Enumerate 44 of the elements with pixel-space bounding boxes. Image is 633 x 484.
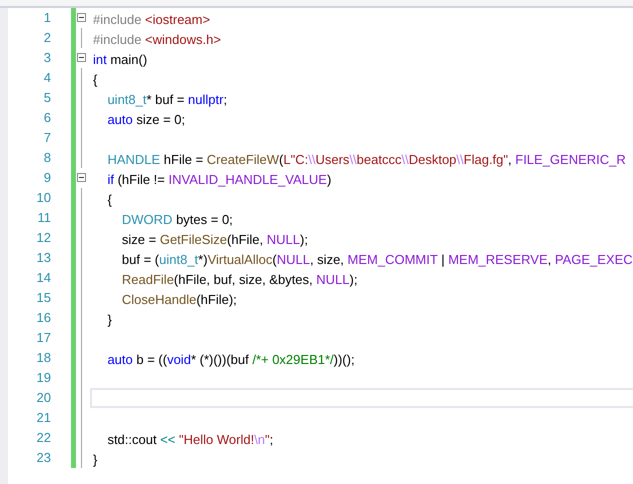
line-number: 1: [42, 9, 51, 27]
collapse-icon[interactable]: [77, 173, 86, 182]
line-number: 2: [42, 29, 51, 47]
line-number: 8: [42, 149, 51, 167]
code-line: HANDLE hFile = CreateFileW(L"C:\\Users\\beatccc\\Desktop\\Flag.fg", FILE_GENERIC_R: [106, 152, 626, 167]
line-number: 21: [36, 409, 51, 427]
line-number: 20: [36, 389, 51, 407]
code-line: auto b = ((void* (*)())(buf /*+ 0x29EB1*/))();: [106, 352, 355, 367]
code-line: DWORD bytes = 0;: [120, 212, 233, 227]
line-number: 12: [36, 229, 51, 247]
collapse-icon[interactable]: [77, 53, 86, 62]
line-number: 13: [36, 249, 51, 267]
code-line: size = GetFileSize(hFile, NULL);: [120, 232, 308, 247]
code-line: }: [106, 312, 112, 327]
line-number: 15: [36, 289, 51, 307]
line-number: 5: [42, 89, 51, 107]
line-number: 22: [36, 429, 51, 447]
code-line: uint8_t* buf = nullptr;: [106, 92, 228, 107]
collapse-icon[interactable]: [77, 13, 86, 22]
code-line: #include <iostream>: [93, 12, 210, 27]
code-line: int main(): [93, 52, 148, 67]
line-number: 9: [42, 169, 51, 187]
line-number: 7: [42, 129, 51, 147]
code-line: std::cout << "Hello World!\n";: [106, 432, 274, 447]
code-line: ReadFile(hFile, buf, size, &bytes, NULL);: [120, 272, 358, 287]
line-number: 18: [36, 349, 51, 367]
code-line: }: [93, 452, 98, 467]
line-number: 23: [36, 449, 51, 467]
line-number: 19: [36, 369, 51, 387]
line-number: 16: [36, 309, 51, 327]
code-line: #include <windows.h>: [93, 32, 221, 47]
line-number: 17: [36, 329, 51, 347]
line-number: 14: [36, 269, 51, 287]
line-number: 4: [42, 69, 51, 87]
line-number: 11: [36, 209, 51, 227]
line-number: 10: [36, 189, 51, 207]
code-line: {: [106, 192, 112, 207]
line-number: 3: [42, 49, 51, 67]
code-line: CloseHandle(hFile);: [120, 292, 237, 307]
code-line: buf = (uint8_t*)VirtualAlloc(NULL, size, MEM_COMMIT | MEM_RESERVE, PAGE_EXEC: [120, 252, 633, 267]
code-line: auto size = 0;: [106, 112, 186, 127]
code-line: if (hFile != INVALID_HANDLE_VALUE): [106, 172, 332, 187]
code-line: {: [93, 72, 98, 87]
line-number: 6: [42, 109, 51, 127]
